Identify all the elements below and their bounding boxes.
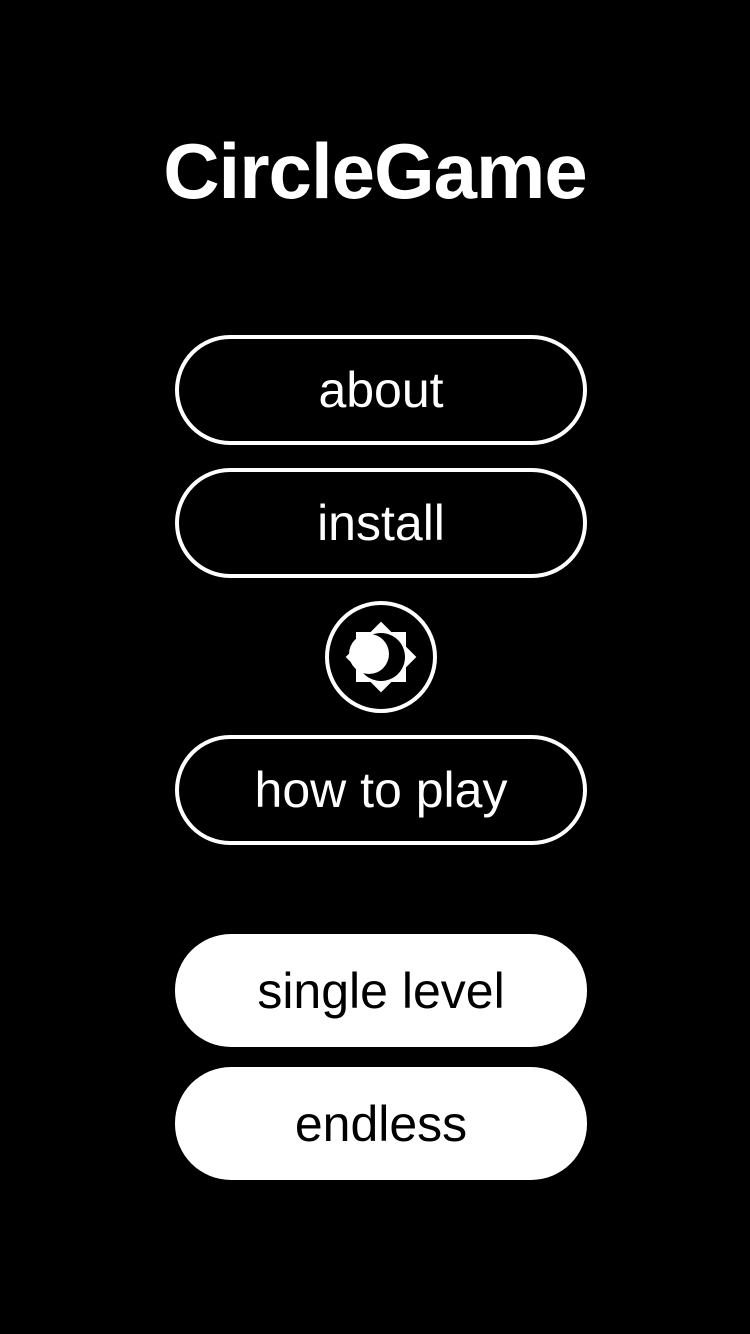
how-to-play-button[interactable]: how to play [175, 735, 587, 845]
how-to-play-button-label: how to play [254, 762, 508, 818]
single-level-button-label: single level [257, 962, 505, 1019]
endless-button-label: endless [294, 1095, 468, 1152]
install-button-label: install [317, 495, 445, 551]
about-button[interactable]: about [175, 335, 587, 445]
install-button[interactable]: install [175, 468, 587, 578]
theme-toggle-button[interactable] [324, 600, 438, 714]
endless-button[interactable]: endless [175, 1067, 587, 1180]
app-title: CircleGame [163, 127, 588, 215]
dark-mode-icon [325, 601, 437, 713]
about-button-label: about [318, 362, 444, 418]
single-level-button[interactable]: single level [175, 934, 587, 1047]
